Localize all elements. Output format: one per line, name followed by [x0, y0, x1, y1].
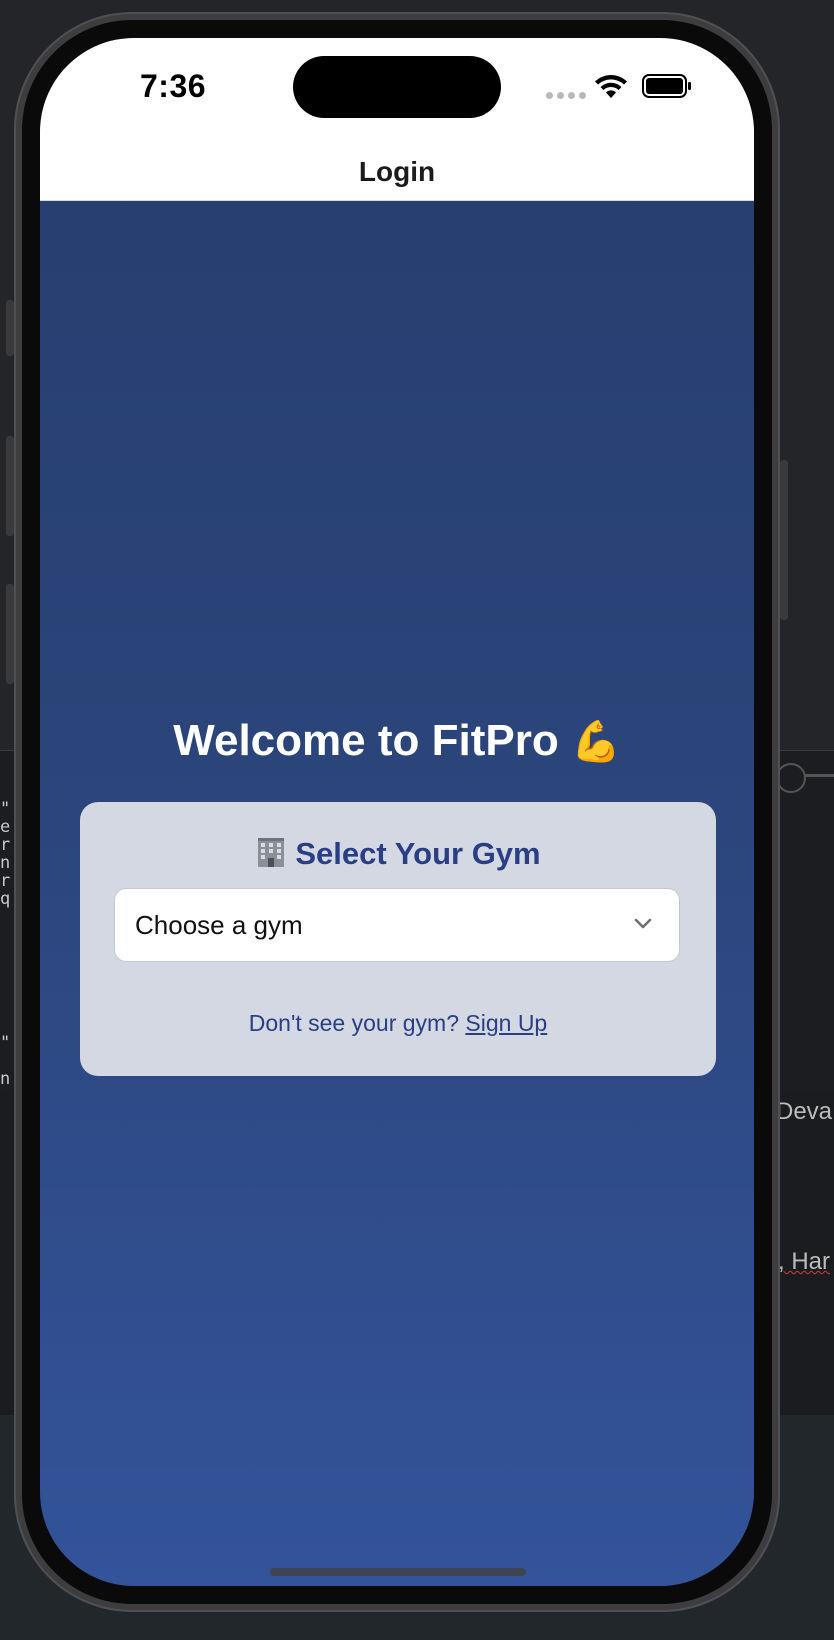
- wifi-icon: [595, 75, 627, 98]
- navigation-bar: Login: [40, 144, 754, 201]
- signup-prompt: Don't see your gym? Sign Up: [80, 1010, 716, 1037]
- phone-volume-up-button: [6, 436, 14, 536]
- status-time: 7:36: [140, 68, 207, 104]
- signup-prompt-text: Don't see your gym?: [248, 1010, 459, 1036]
- flexed-biceps-icon: 💪: [570, 720, 621, 764]
- gym-card-heading: Select Your Gym: [80, 836, 716, 872]
- welcome-heading: Welcome to FitPro 💪: [40, 716, 754, 766]
- gym-card-title: Select Your Gym: [295, 836, 541, 871]
- gym-select-value: Choose a gym: [135, 910, 303, 940]
- home-indicator[interactable]: [270, 1568, 526, 1576]
- app-screen: 7:36 Login Welcome to FitPro 💪 Select Yo…: [40, 38, 754, 1586]
- dynamic-island: [293, 56, 501, 118]
- background-side-text-2-label: , Har: [778, 1248, 831, 1275]
- building-icon: [258, 838, 285, 867]
- phone-mute-switch: [6, 300, 14, 356]
- cellular-signal-icon: [546, 92, 586, 99]
- page-title: Login: [358, 156, 436, 187]
- signup-link[interactable]: Sign Up: [465, 1010, 547, 1036]
- phone-power-button: [780, 460, 788, 620]
- background-slider-track: [804, 774, 834, 777]
- phone-volume-down-button: [6, 584, 14, 684]
- gym-selection-card: Select Your Gym Choose a gym Don't see y…: [80, 802, 716, 1076]
- background-side-text-2: , Har: [778, 1248, 830, 1276]
- background-code-fragment-2: " n: [0, 1033, 11, 1089]
- background-side-text: Deva: [776, 1098, 833, 1125]
- status-bar: 7:36: [40, 38, 754, 144]
- battery-icon: [642, 74, 691, 98]
- chevron-down-icon: [634, 918, 652, 929]
- background-code-fragment: " e r n r q: [0, 800, 11, 908]
- gym-select-dropdown[interactable]: Choose a gym: [114, 888, 680, 962]
- welcome-text: Welcome to FitPro: [173, 716, 559, 765]
- background-slider-knob: [776, 763, 806, 793]
